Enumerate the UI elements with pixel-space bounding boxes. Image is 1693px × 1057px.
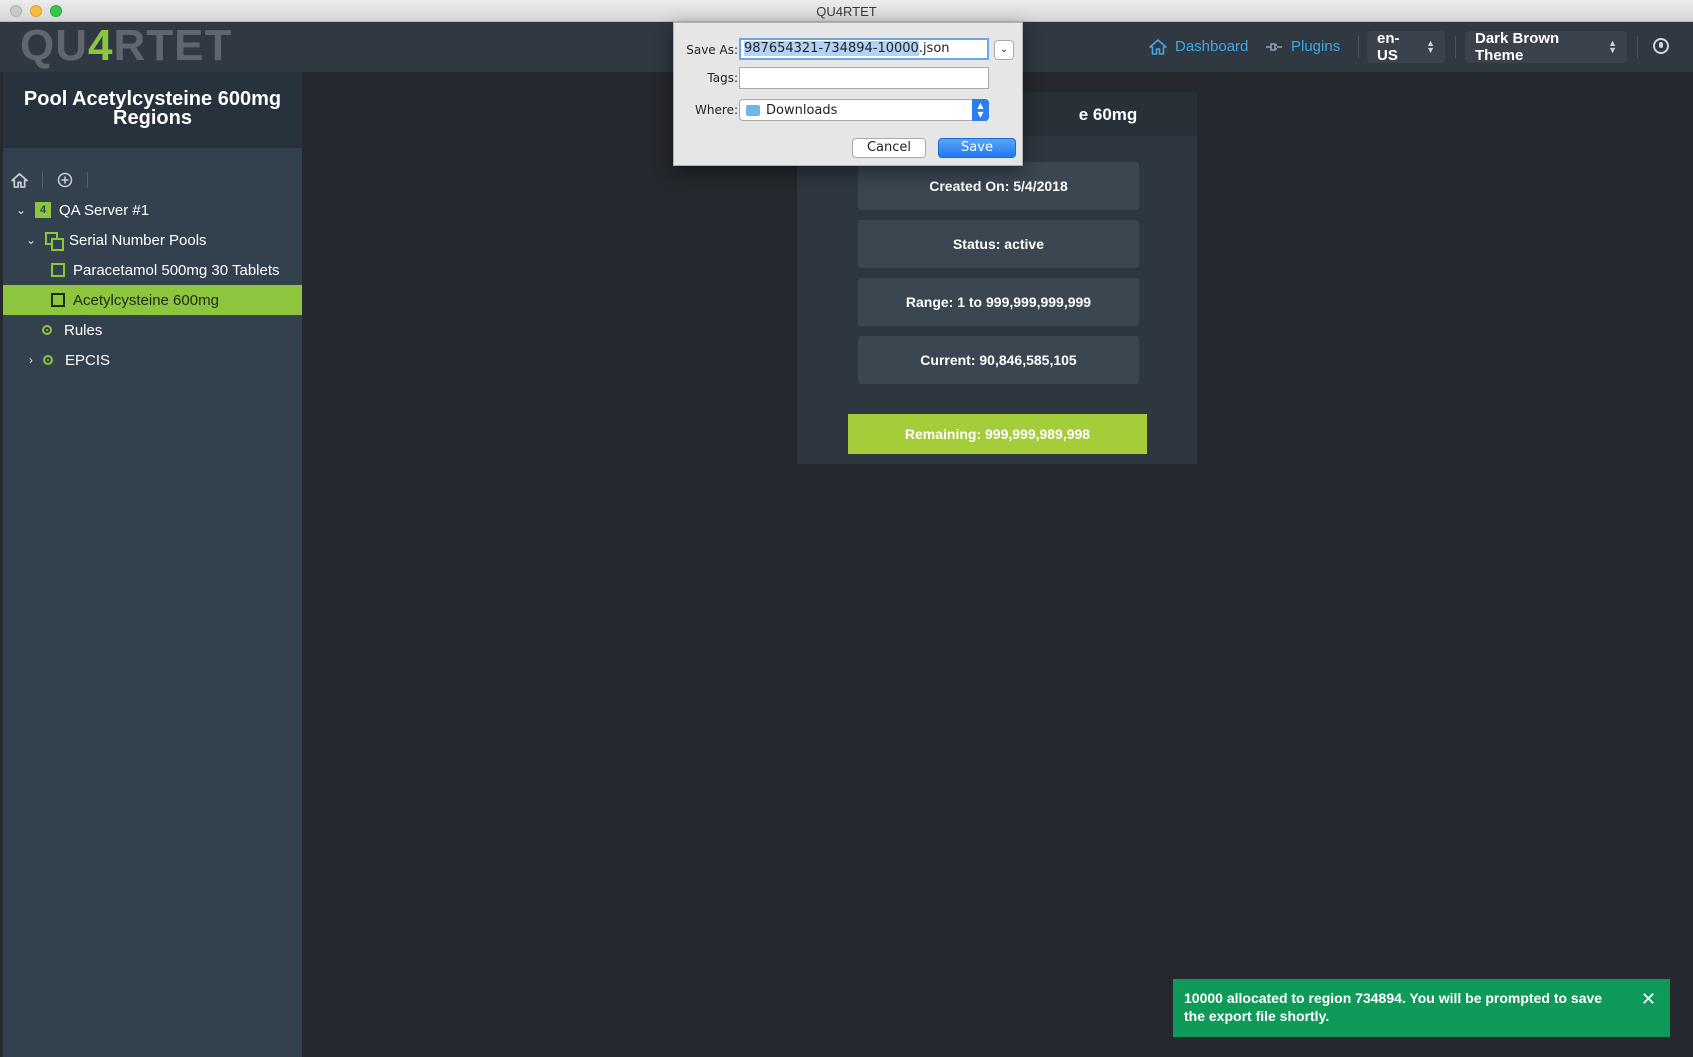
range-field: Range: 1 to 999,999,999,999 — [858, 278, 1139, 326]
tree-node-label: Rules — [64, 321, 103, 339]
logo-text-four: 4 — [88, 21, 114, 70]
window-title: QU4RTET — [816, 4, 877, 19]
where-select[interactable]: Downloads ▲ ▼ — [739, 99, 989, 121]
notification-toast: 10000 allocated to region 734894. You wi… — [1173, 979, 1670, 1037]
tree-node-rules[interactable]: Rules — [3, 315, 302, 345]
tree-node-label: EPCIS — [65, 351, 111, 369]
home-icon[interactable] — [11, 172, 28, 188]
sidebar-title: Pool Acetylcysteine 600mg Regions — [3, 72, 302, 148]
divider — [42, 172, 43, 188]
add-circle-icon[interactable] — [57, 172, 73, 188]
status-field: Status: active — [858, 220, 1139, 268]
tree-node-pool-acetylcysteine[interactable]: Acetylcysteine 600mg — [3, 285, 302, 315]
close-icon[interactable]: ✕ — [1641, 990, 1656, 1008]
save-button[interactable]: Save — [938, 138, 1016, 158]
sidebar: Pool Acetylcysteine 600mg Regions ⌄ 4 QA… — [3, 72, 302, 1057]
where-label: Where: — [695, 103, 738, 117]
filename-selected-text: 987654321-734894-10000 — [744, 41, 919, 56]
divider — [1455, 36, 1456, 58]
tree-node-pool-paracetamol[interactable]: Paracetamol 500mg 30 Tablets — [3, 255, 302, 285]
toast-message: 10000 allocated to region 734894. You wi… — [1184, 990, 1603, 1024]
pool-icon — [51, 263, 65, 277]
tree-node-label: QA Server #1 — [59, 201, 150, 219]
window-titlebar: QU4RTET — [0, 0, 1693, 22]
save-as-label: Save As: — [686, 43, 738, 57]
app-logo: QU4RTET — [20, 24, 232, 68]
tree-node-label: Paracetamol 500mg 30 Tablets — [73, 261, 280, 279]
updown-chevron-icon: ▲ ▼ — [1426, 38, 1435, 55]
plugins-link[interactable]: Plugins — [1265, 38, 1340, 55]
dashboard-label: Dashboard — [1175, 38, 1249, 55]
filename-extension: .json — [918, 41, 950, 56]
folder-icon — [746, 104, 760, 116]
logo-text-end: RTET — [113, 21, 233, 70]
plugins-label: Plugins — [1291, 38, 1341, 55]
theme-value: Dark Brown Theme — [1475, 30, 1560, 64]
created-on-field: Created On: 5/4/2018 — [858, 162, 1139, 210]
filename-input[interactable]: 987654321-734894-10000.json — [739, 38, 989, 60]
chevron-down-icon[interactable]: ⌄ — [15, 203, 27, 217]
chevron-down-icon[interactable]: ⌄ — [25, 233, 37, 247]
tags-input[interactable] — [739, 67, 989, 89]
epcis-icon — [43, 355, 53, 365]
language-select[interactable]: en-US ▲ ▼ — [1367, 30, 1445, 64]
tags-label: Tags: — [707, 71, 738, 85]
save-dialog: Save As: 987654321-734894-10000.json ⌄ T… — [673, 22, 1023, 166]
divider — [87, 172, 88, 188]
sidebar-toolbar — [11, 172, 88, 188]
tree-node-label: Acetylcysteine 600mg — [73, 291, 219, 309]
server-icon: 4 — [35, 202, 51, 218]
dashboard-link[interactable]: Dashboard — [1149, 38, 1248, 55]
divider — [1637, 36, 1638, 58]
tree-node-label: Serial Number Pools — [69, 231, 207, 249]
tree-node-serial-pools[interactable]: ⌄ Serial Number Pools — [3, 225, 302, 255]
language-value: en-US — [1377, 30, 1400, 64]
tree-node-server[interactable]: ⌄ 4 QA Server #1 — [3, 195, 302, 225]
plug-icon — [1266, 42, 1282, 51]
pools-icon — [45, 232, 64, 251]
rules-icon — [42, 325, 52, 335]
navigation-tree: ⌄ 4 QA Server #1 ⌄ Serial Number Pools P… — [3, 195, 302, 375]
tree-node-epcis[interactable]: › EPCIS — [3, 345, 302, 375]
expand-dialog-button[interactable]: ⌄ — [994, 40, 1014, 60]
theme-select[interactable]: Dark Brown Theme ▲ ▼ — [1465, 30, 1627, 64]
updown-chevron-icon: ▲ ▼ — [1608, 38, 1617, 55]
divider — [1358, 36, 1359, 58]
current-field: Current: 90,846,585,105 — [858, 336, 1139, 384]
chevron-right-icon[interactable]: › — [25, 353, 37, 367]
remaining-bar: Remaining: 999,999,989,998 — [848, 414, 1147, 454]
updown-chevron-icon: ▲ ▼ — [972, 99, 989, 121]
where-value: Downloads — [766, 102, 838, 118]
pool-icon — [51, 293, 65, 307]
home-icon — [1149, 38, 1167, 55]
cancel-button[interactable]: Cancel — [852, 138, 926, 158]
logo-text-start: QU — [20, 21, 88, 70]
user-icon[interactable] — [1653, 38, 1669, 54]
